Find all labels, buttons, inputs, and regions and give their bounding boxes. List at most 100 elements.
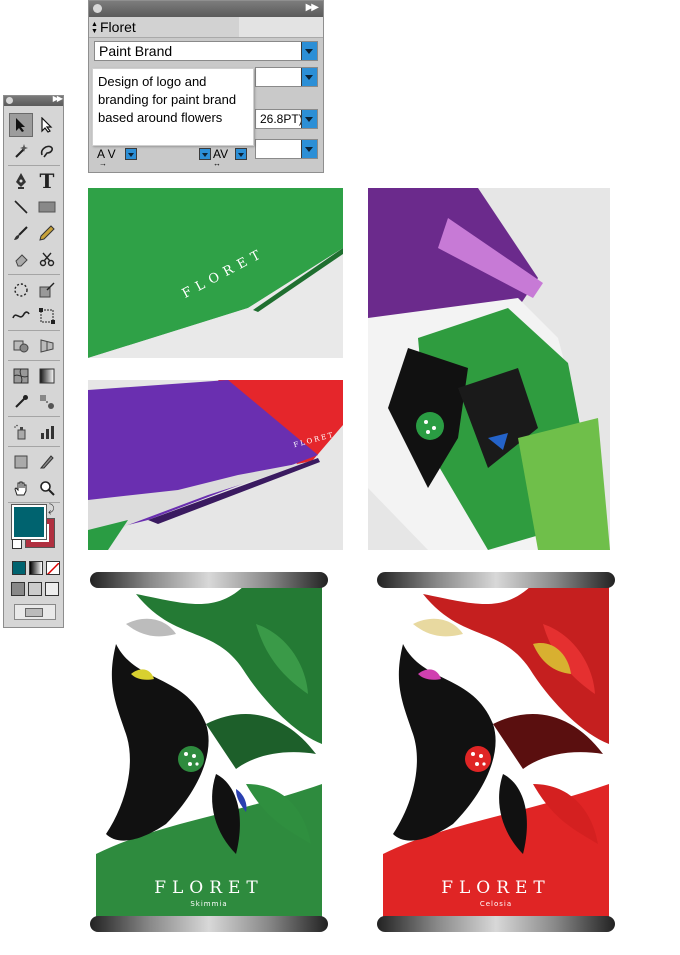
chevron-down-icon[interactable]	[301, 42, 317, 60]
symbol-tool[interactable]	[9, 420, 33, 444]
can-label-skimmia: FLORET Skimmia	[96, 584, 322, 920]
rectangle-tool[interactable]	[35, 195, 59, 219]
font-size-value: 26.8PT)	[260, 112, 303, 126]
tab-label: Floret	[100, 19, 136, 35]
can-variant-name: Celosia	[479, 900, 513, 908]
celosia-flower-artwork	[383, 584, 609, 920]
draw-behind-button[interactable]	[28, 582, 42, 596]
swap-colors-icon[interactable]: ⤸	[48, 503, 55, 516]
rotate-tool[interactable]	[9, 278, 33, 302]
lasso-tool[interactable]	[35, 139, 59, 163]
kerning-value-dropdown[interactable]	[199, 148, 211, 160]
tab-sort-icon: ▲ ▼	[91, 21, 98, 36]
photo-fanned-swatch-book	[368, 188, 610, 550]
tool-separator	[8, 165, 60, 166]
tracking-dropdown[interactable]	[235, 148, 247, 160]
perspective-grid-tool[interactable]	[35, 334, 59, 358]
chevron-down-icon[interactable]	[301, 68, 317, 86]
gradient-mode-button[interactable]	[29, 561, 43, 575]
shape-builder-icon	[13, 340, 29, 353]
chevron-down-icon[interactable]	[301, 110, 317, 128]
bar-chart-icon	[41, 426, 54, 439]
default-colors-icon[interactable]	[12, 539, 22, 549]
screen-mode-button[interactable]	[14, 604, 56, 620]
paintbrush-tool[interactable]	[9, 221, 33, 245]
line-segment-tool[interactable]	[9, 195, 33, 219]
fanned-swatch-illustration	[368, 188, 610, 550]
pen-tool[interactable]	[9, 169, 33, 193]
eyedropper-tool[interactable]	[9, 390, 33, 414]
font-family-field[interactable]: Paint Brand	[94, 41, 318, 61]
tool-separator	[8, 416, 60, 417]
selection-tool[interactable]	[9, 113, 33, 137]
magic-wand-icon	[15, 144, 28, 158]
tool-separator	[8, 446, 60, 447]
color-mode-button[interactable]	[12, 561, 26, 575]
mesh-tool[interactable]	[9, 364, 33, 388]
zoom-tool[interactable]	[35, 476, 59, 500]
magic-wand-tool[interactable]	[9, 139, 33, 163]
eraser-tool[interactable]	[9, 247, 33, 271]
scale-icon	[39, 282, 55, 298]
description-tooltip: Design of logo and branding for paint br…	[92, 68, 254, 146]
swatch-cards-illustration	[88, 380, 343, 550]
screen-mode-icon	[25, 608, 43, 617]
chevron-down-icon[interactable]	[301, 140, 317, 158]
slice-tool[interactable]	[35, 450, 59, 474]
paint-can-skimmia: FLORET Skimmia	[90, 572, 328, 932]
none-slash-icon	[47, 562, 59, 574]
tool-separator	[8, 274, 60, 275]
line-icon	[14, 200, 28, 214]
kerning-dropdown[interactable]	[125, 148, 137, 160]
pencil-icon	[39, 225, 55, 241]
font-style-field[interactable]	[255, 67, 318, 87]
symbol-sprayer-tool[interactable]	[9, 334, 33, 358]
eyedropper-icon	[15, 395, 28, 408]
can-top-rim	[90, 572, 328, 588]
hand-tool[interactable]	[9, 476, 33, 500]
scissors-tool[interactable]	[35, 247, 59, 271]
close-icon[interactable]	[93, 4, 102, 13]
artboard-tool[interactable]	[9, 450, 33, 474]
tracking-field[interactable]	[255, 139, 318, 159]
tools-panel: ▶▶ T ⤸	[3, 94, 64, 628]
tools-titlebar[interactable]: ▶▶	[4, 94, 63, 106]
fill-color-swatch[interactable]	[11, 504, 47, 540]
draw-inside-button[interactable]	[45, 582, 59, 596]
expand-panel-icon[interactable]: ▶▶	[53, 94, 63, 103]
type-tool[interactable]: T	[35, 169, 59, 193]
font-family-value: Paint Brand	[99, 43, 173, 59]
can-label-celosia: FLORET Celosia	[383, 584, 609, 920]
warp-tool[interactable]	[9, 304, 33, 328]
artboard-icon	[14, 455, 28, 469]
scale-tool[interactable]	[35, 278, 59, 302]
can-bottom-rim	[377, 916, 615, 932]
column-graph-tool[interactable]	[35, 420, 59, 444]
blend-tool[interactable]	[35, 390, 59, 414]
direct-selection-tool[interactable]	[35, 113, 59, 137]
expand-panel-icon[interactable]: ▶▶	[306, 2, 319, 13]
tab-floret[interactable]: ▲ ▼ Floret	[89, 17, 239, 37]
font-size-field[interactable]: 26.8PT)	[255, 109, 318, 129]
gradient-tool[interactable]	[35, 364, 59, 388]
close-icon[interactable]	[6, 97, 13, 104]
tool-separator	[8, 360, 60, 361]
can-top-rim	[377, 572, 615, 588]
paint-can-celosia: FLORET Celosia	[377, 572, 615, 932]
panel-titlebar[interactable]: ▶▶	[89, 1, 323, 17]
can-brand-name: FLORET	[154, 878, 264, 898]
pencil-tool[interactable]	[35, 221, 59, 245]
draw-normal-button[interactable]	[11, 582, 25, 596]
free-transform-tool[interactable]	[35, 304, 59, 328]
blend-icon	[40, 395, 54, 409]
tool-separator	[8, 330, 60, 331]
pen-nib-icon	[16, 173, 26, 189]
selection-arrow-icon	[16, 118, 25, 132]
gradient-icon	[39, 368, 55, 384]
can-variant-name: Skimmia	[190, 900, 228, 908]
kerning-arrow-icon: →	[99, 159, 107, 168]
rectangle-icon	[38, 201, 56, 213]
can-bottom-rim	[90, 916, 328, 932]
none-mode-button[interactable]	[46, 561, 60, 575]
rotate-icon	[14, 283, 28, 297]
